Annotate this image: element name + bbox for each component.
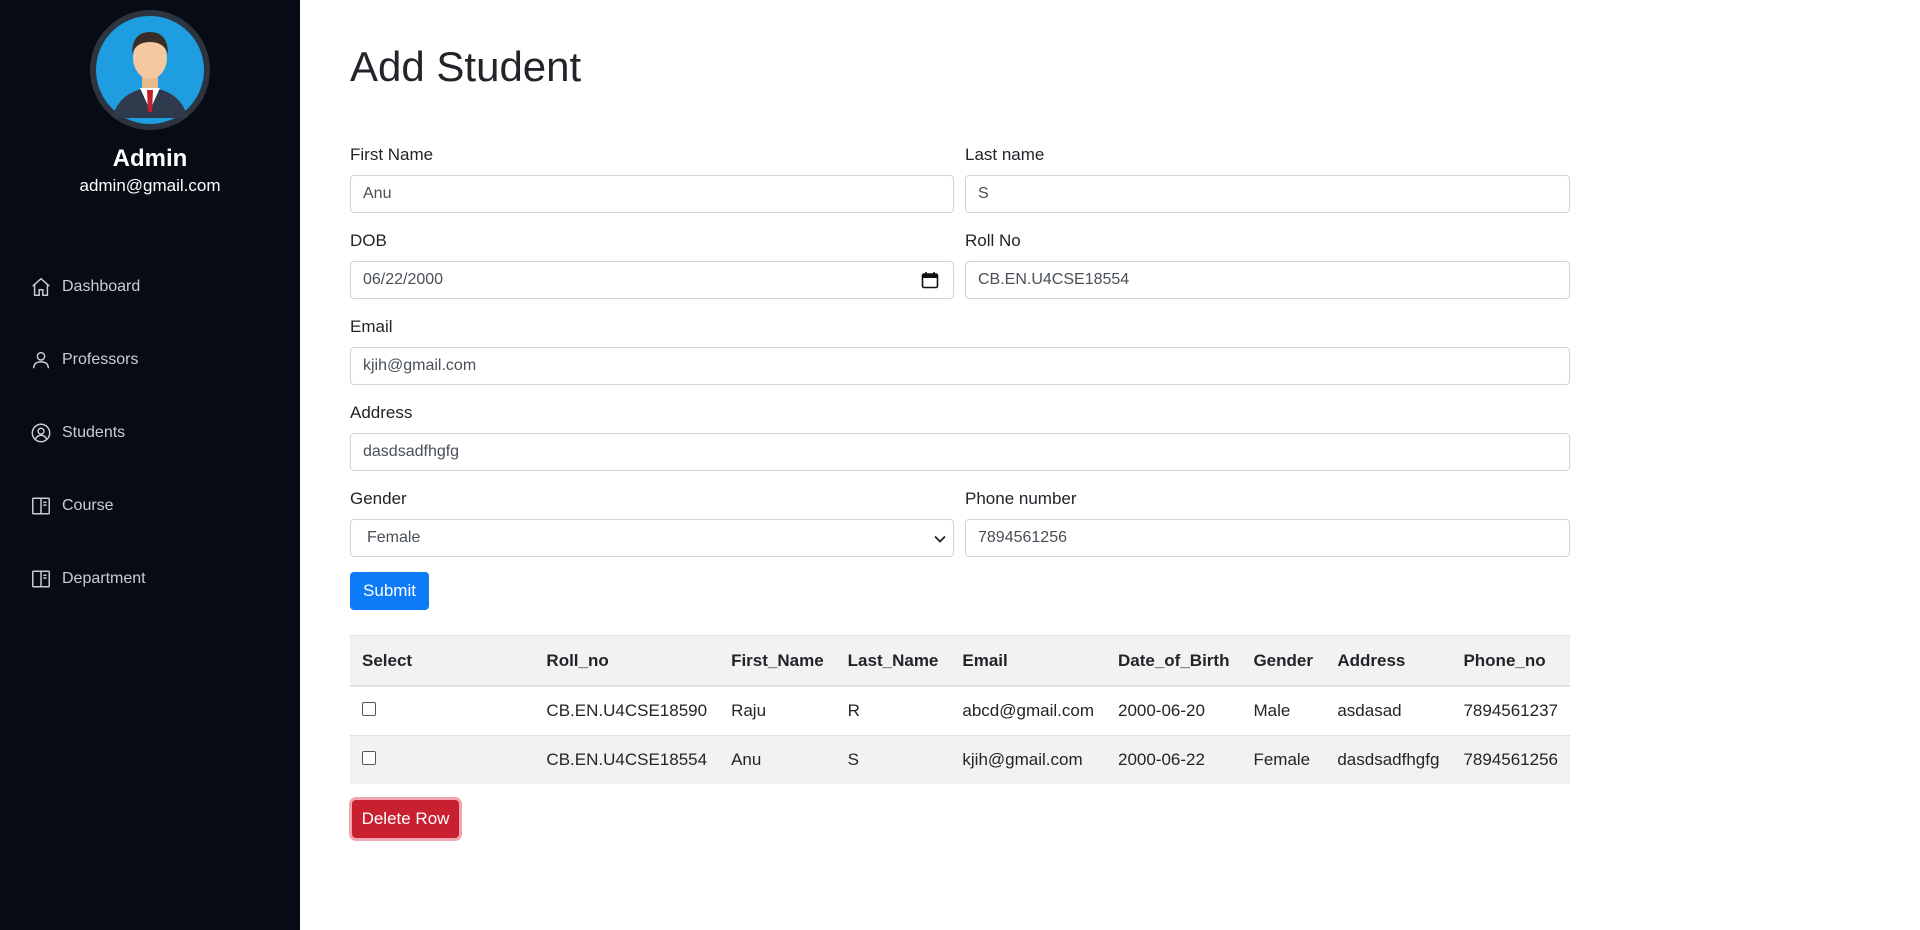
user-circle-icon <box>31 423 51 442</box>
select-cell <box>350 685 535 736</box>
last-name-cell: R <box>835 685 951 736</box>
sidebar: Admin admin@gmail.com Dashboard Professo… <box>0 0 300 930</box>
dob-cell: 2000-06-22 <box>1105 735 1242 784</box>
row-checkbox[interactable] <box>362 751 376 765</box>
address-input[interactable]: dasdsadfhgfg <box>350 433 1570 471</box>
sidebar-nav: Dashboard Professors Students Course Dep… <box>30 250 146 615</box>
sidebar-item-students[interactable]: Students <box>30 396 146 469</box>
sidebar-item-label: Students <box>62 423 126 441</box>
sidebar-item-professors[interactable]: Professors <box>30 323 146 396</box>
first-name-cell: Anu <box>719 735 836 784</box>
first-name-label: First Name <box>350 145 434 164</box>
table-row: CB.EN.U4CSE18554 Anu S kjih@gmail.com 20… <box>350 735 1570 784</box>
phone-label: Phone number <box>965 489 1077 508</box>
submit-button[interactable]: Submit <box>350 572 429 610</box>
row-checkbox[interactable] <box>362 702 376 716</box>
table-row: CB.EN.U4CSE18590 Raju R abcd@gmail.com 2… <box>350 685 1570 736</box>
gender-cell: Female <box>1241 735 1326 784</box>
roll-no-label: Roll No <box>965 231 1021 250</box>
address-cell: dasdsadfhgfg <box>1325 735 1452 784</box>
column-header: Date_of_Birth <box>1105 635 1242 687</box>
dob-input[interactable]: 06/22/2000 <box>350 261 954 299</box>
email-value: kjih@gmail.com <box>363 357 477 374</box>
roll-no-value: CB.EN.U4CSE18554 <box>978 271 1130 288</box>
column-header: Last_Name <box>835 635 951 687</box>
students-table: Select Roll_no First_Name Last_Name Emai… <box>350 635 1570 784</box>
roll-no-input[interactable]: CB.EN.U4CSE18554 <box>965 261 1570 299</box>
calendar-icon[interactable] <box>921 271 939 289</box>
dob-label: DOB <box>350 231 387 250</box>
phone-cell: 7894561237 <box>1451 685 1570 736</box>
column-header: Gender <box>1241 635 1326 687</box>
book-icon <box>32 496 50 515</box>
phone-value: 7894561256 <box>978 529 1067 546</box>
last-name-cell: S <box>835 735 951 784</box>
phone-input[interactable]: 7894561256 <box>965 519 1570 557</box>
gender-label: Gender <box>350 489 407 508</box>
last-name-input[interactable]: S <box>965 175 1570 213</box>
admin-name: Admin <box>112 145 188 172</box>
admin-email: admin@gmail.com <box>79 176 221 195</box>
dob-value: 06/22/2000 <box>363 271 444 288</box>
email-cell: abcd@gmail.com <box>950 685 1106 736</box>
column-header: Roll_no <box>534 635 720 687</box>
column-header: Select <box>350 635 535 687</box>
dob-cell: 2000-06-20 <box>1105 685 1242 736</box>
email-label: Email <box>350 317 393 336</box>
last-name-value: S <box>978 185 989 202</box>
roll-no-cell: CB.EN.U4CSE18590 <box>534 685 720 736</box>
gender-value: Female <box>367 529 421 546</box>
sidebar-item-course[interactable]: Course <box>30 469 146 542</box>
first-name-cell: Raju <box>719 685 836 736</box>
admin-avatar <box>90 10 210 130</box>
column-header: First_Name <box>719 635 836 687</box>
home-icon <box>32 277 50 296</box>
phone-cell: 7894561256 <box>1451 735 1570 784</box>
gender-select[interactable]: Female <box>350 519 954 557</box>
sidebar-item-department[interactable]: Department <box>30 542 146 615</box>
sidebar-item-dashboard[interactable]: Dashboard <box>30 250 146 323</box>
first-name-input[interactable]: Anu <box>350 175 954 213</box>
person-icon <box>32 351 50 368</box>
column-header: Email <box>950 635 1106 687</box>
table-header-row: Select Roll_no First_Name Last_Name Emai… <box>350 635 1570 687</box>
email-input[interactable]: kjih@gmail.com <box>350 347 1570 385</box>
last-name-label: Last name <box>965 145 1045 164</box>
first-name-value: Anu <box>363 185 392 202</box>
address-cell: asdasad <box>1325 685 1452 736</box>
roll-no-cell: CB.EN.U4CSE18554 <box>534 735 720 784</box>
book-icon <box>32 569 50 588</box>
address-value: dasdsadfhgfg <box>363 443 460 460</box>
gender-cell: Male <box>1241 685 1326 736</box>
column-header: Address <box>1325 635 1452 687</box>
sidebar-item-label: Professors <box>62 350 139 368</box>
delete-row-button[interactable]: Delete Row <box>352 800 459 838</box>
select-cell <box>350 735 535 784</box>
sidebar-item-label: Course <box>62 496 114 514</box>
chevron-down-icon <box>934 535 946 543</box>
email-cell: kjih@gmail.com <box>950 735 1106 784</box>
page-title: Add Student <box>350 43 582 90</box>
address-label: Address <box>350 403 413 422</box>
sidebar-item-label: Department <box>62 569 146 587</box>
sidebar-item-label: Dashboard <box>62 277 141 295</box>
column-header: Phone_no <box>1451 635 1570 687</box>
